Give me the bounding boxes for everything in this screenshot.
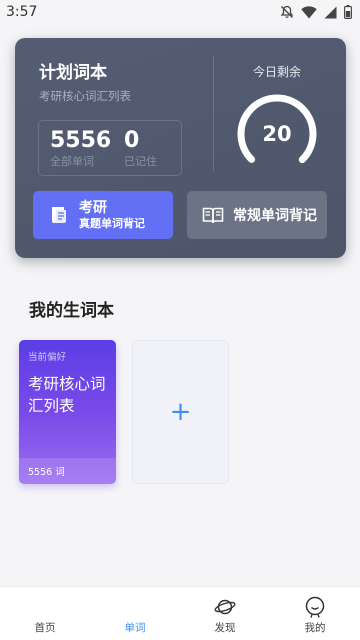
stat-remembered-label: 已记住 (124, 155, 157, 168)
status-bar: 3:57 (0, 0, 360, 24)
add-vocab-book-button[interactable]: + (132, 340, 229, 484)
nav-label-discover: 发现 (214, 622, 236, 634)
vocab-book-footer: 5556 词 (19, 458, 116, 484)
vocab-section-title: 我的生词本 (29, 301, 114, 321)
stat-all-words-label: 全部单词 (50, 155, 94, 168)
nav-item-words[interactable]: 单词 (90, 587, 180, 640)
vocab-book-name: 考研核心词汇列表 (28, 375, 106, 415)
nav-item-profile[interactable]: 我的 (270, 587, 360, 640)
profile-icon (305, 596, 325, 618)
battery-icon (344, 5, 352, 19)
vocab-book-count: 5556 词 (28, 467, 65, 478)
vocab-book-card[interactable]: 当前偏好 考研核心词汇列表 5556 词 (19, 340, 116, 484)
kaoyan-words-button[interactable]: 考研 真题单词背记 (33, 191, 173, 239)
plus-icon: + (169, 397, 192, 427)
signal-icon (324, 6, 337, 18)
stat-all-words: 5556 全部单词 (50, 127, 111, 169)
kaoyan-button-text: 考研 真题单词背记 (79, 200, 145, 231)
plan-subtitle: 考研核心词汇列表 (39, 89, 131, 103)
normal-button-label: 常规单词背记 (233, 208, 317, 224)
nav-item-discover[interactable]: 发现 (180, 587, 270, 640)
planet-icon (214, 599, 236, 615)
kaoyan-button-subtitle: 真题单词背记 (79, 216, 145, 230)
stat-all-words-value: 5556 (50, 128, 112, 153)
stat-remembered: 0 已记住 (124, 127, 157, 169)
status-time: 3:57 (6, 4, 38, 20)
today-remaining-label: 今日剩余 (253, 65, 302, 79)
normal-words-button[interactable]: 常规单词背记 (187, 191, 327, 239)
bottom-nav: 首页 单词 发现 我的 (0, 586, 360, 640)
wifi-icon (301, 5, 317, 19)
stats-box: 5556 全部单词 0 已记住 (38, 120, 182, 176)
status-icons (280, 5, 352, 19)
today-remaining-value: 20 (262, 122, 292, 146)
nav-item-home[interactable]: 首页 (0, 587, 90, 640)
book-scroll-icon (52, 207, 66, 223)
nav-label-words: 单词 (124, 622, 146, 634)
nav-label-home: 首页 (34, 622, 56, 634)
plan-title: 计划词本 (39, 63, 107, 83)
notifications-off-icon (280, 5, 294, 18)
card-divider (213, 56, 214, 172)
open-book-icon (202, 207, 224, 224)
kaoyan-button-title: 考研 (79, 199, 107, 216)
vocab-current-tag: 当前偏好 (28, 352, 67, 363)
plan-card: 计划词本 考研核心词汇列表 5556 全部单词 0 已记住 今日剩余 20 考研… (15, 38, 346, 258)
nav-label-profile: 我的 (304, 622, 326, 634)
stat-remembered-value: 0 (124, 128, 140, 153)
